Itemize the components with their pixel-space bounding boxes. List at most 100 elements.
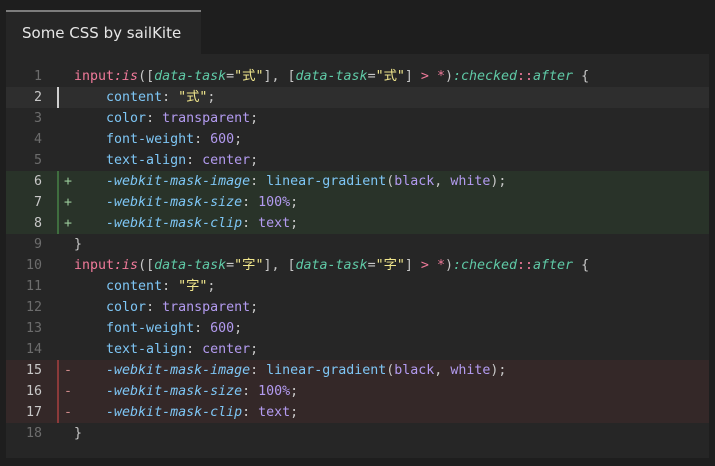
diff-gutter-marker [57, 213, 59, 234]
code-token: : [186, 342, 203, 357]
code-token: center [202, 153, 251, 168]
code-editor[interactable]: 1 input:is([data-task="式"], [data-task="式… [6, 54, 709, 458]
diff-gutter-marker [57, 423, 59, 444]
code-text: -webkit-mask-size: 100%; [74, 192, 298, 213]
code-token: : [250, 363, 267, 378]
code-line[interactable]: 16 - -webkit-mask-size: 100%; [6, 381, 709, 402]
diff-gutter-marker [57, 234, 59, 255]
code-line[interactable]: 13 font-weight: 600; [6, 318, 709, 339]
diff-gutter-marker [57, 297, 59, 318]
line-number: 8 [33, 216, 42, 231]
code-token: ; [207, 279, 216, 294]
line-number: 14 [25, 342, 42, 357]
code-token: :checked [452, 69, 518, 84]
diff-gutter-marker [57, 276, 59, 297]
code-line[interactable]: 10 input:is([data-task="字"], [data-task="… [6, 255, 709, 276]
code-text: content: "字"; [74, 276, 215, 297]
code-token: data-task [295, 69, 368, 84]
code-text: input:is([data-task="字"], [data-task="字"… [74, 255, 589, 276]
code-token: data-task [295, 258, 368, 273]
code-line[interactable]: 14 text-align: center; [6, 339, 709, 360]
code-token: ); [490, 363, 507, 378]
code-line[interactable]: 11 content: "字"; [6, 276, 709, 297]
code-text: font-weight: 600; [74, 129, 242, 150]
code-line[interactable]: 8 + -webkit-mask-clip: text; [6, 213, 709, 234]
code-line[interactable]: 9} [6, 234, 709, 255]
code-lines: 1 input:is([data-task="式"], [data-task="式… [6, 66, 709, 444]
code-token: linear-gradient [266, 363, 387, 378]
code-token: : [250, 174, 267, 189]
diff-gutter-marker [57, 108, 59, 129]
code-token: "字" [234, 258, 264, 273]
code-token: input [74, 69, 115, 84]
code-line[interactable]: 4 font-weight: 600; [6, 129, 709, 150]
code-token: = [367, 69, 376, 84]
code-token: linear-gradient [266, 174, 387, 189]
tab-bar: Some CSS by sailKite [6, 10, 715, 54]
code-text: -webkit-mask-image: linear-gradient(blac… [74, 171, 506, 192]
code-token: "式" [375, 69, 405, 84]
diff-gutter-marker [57, 381, 59, 402]
code-token: after [533, 258, 574, 273]
code-token: text-align [106, 153, 187, 168]
code-line[interactable]: 6 + -webkit-mask-image: linear-gradient(b… [6, 171, 709, 192]
code-token: after [533, 69, 574, 84]
code-token: -webkit-mask-size [106, 195, 243, 210]
code-token: , [434, 363, 451, 378]
code-token: -webkit-mask-size [106, 384, 243, 399]
code-line[interactable]: 12 color: transparent; [6, 297, 709, 318]
code-token: font-weight [106, 321, 195, 336]
code-token: "式" [234, 69, 264, 84]
code-token: ; [290, 405, 299, 420]
code-text: -webkit-mask-image: linear-gradient(blac… [74, 360, 506, 381]
code-token: color [106, 111, 147, 126]
code-line[interactable]: 1 input:is([data-task="式"], [data-task="式… [6, 66, 709, 87]
code-token: center [202, 342, 251, 357]
code-token: = [226, 258, 235, 273]
line-number: 1 [33, 69, 42, 84]
diff-sign: - [64, 384, 73, 399]
code-line[interactable]: 7 + -webkit-mask-size: 100%; [6, 192, 709, 213]
line-number: 15 [25, 363, 42, 378]
code-token: ); [490, 174, 507, 189]
code-token: ] [404, 258, 421, 273]
line-number: 13 [25, 321, 42, 336]
code-token: data-task [154, 258, 227, 273]
tab-some-css[interactable]: Some CSS by sailKite [6, 10, 201, 54]
code-token: "字" [375, 258, 405, 273]
code-line[interactable]: 18} [6, 423, 709, 444]
code-token: ; [250, 300, 259, 315]
code-token: } [74, 237, 83, 252]
code-token: text [258, 216, 291, 231]
code-token: { [573, 69, 590, 84]
code-line[interactable]: 3 color: transparent; [6, 108, 709, 129]
code-token: text [258, 405, 291, 420]
code-token: ; [250, 153, 259, 168]
code-text: -webkit-mask-clip: text; [74, 402, 298, 423]
code-token: { [573, 258, 590, 273]
code-token: white [450, 363, 491, 378]
code-text: text-align: center; [74, 150, 258, 171]
line-number: 16 [25, 384, 42, 399]
diff-gutter-marker [57, 87, 59, 108]
line-number: 11 [25, 279, 42, 294]
code-line[interactable]: 5 text-align: center; [6, 150, 709, 171]
code-line[interactable]: 15 - -webkit-mask-image: linear-gradient(… [6, 360, 709, 381]
diff-gutter-marker [57, 66, 59, 87]
code-token: content [106, 279, 163, 294]
code-token: : [146, 111, 163, 126]
code-line[interactable]: 2 content: "式"; [6, 87, 709, 108]
code-token: > [420, 69, 429, 84]
code-token: white [450, 174, 491, 189]
code-token: : [162, 90, 179, 105]
diff-sign: + [64, 174, 73, 189]
code-token: :checked [452, 258, 518, 273]
code-line[interactable]: 17 - -webkit-mask-clip: text; [6, 402, 709, 423]
code-token: ], [ [263, 258, 296, 273]
